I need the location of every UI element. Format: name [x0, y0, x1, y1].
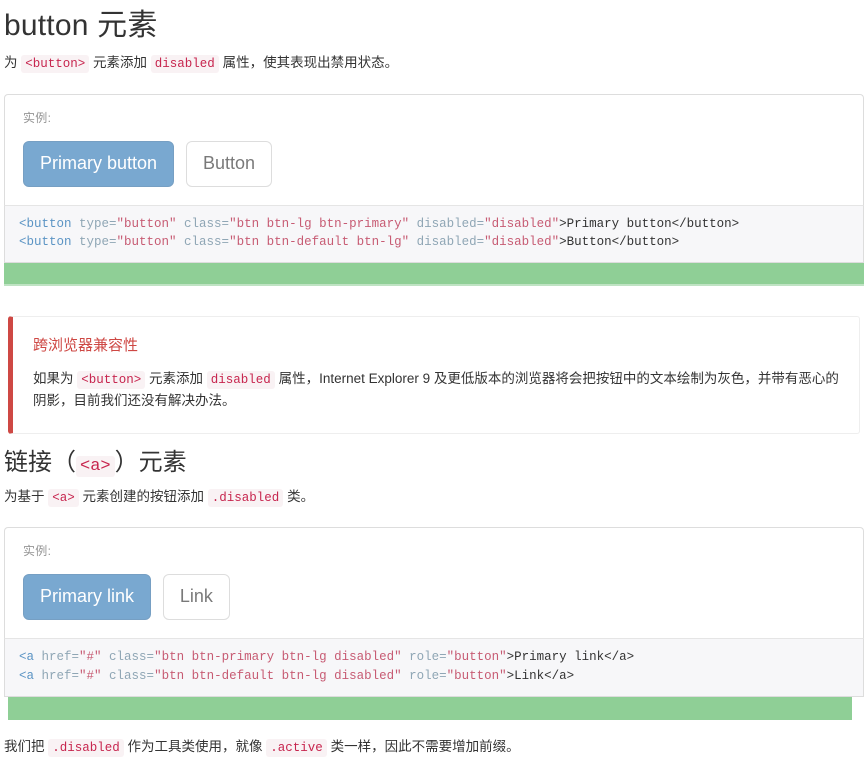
- inline-code-disabled-util: .disabled: [48, 738, 124, 757]
- link-code-val-class-2: "btn btn-default btn-lg disabled": [154, 669, 402, 684]
- primary-link-disabled[interactable]: Primary link: [23, 574, 152, 621]
- trailing-text-3: 类一样，因此不需要增加前缀。: [326, 738, 520, 754]
- button-example-row: Primary button Button: [19, 140, 849, 187]
- code-val-disabled-2: "disabled": [484, 235, 560, 250]
- link-code-tag-open-1: <a: [19, 650, 35, 665]
- documentation-page: button 元素 为 <button> 元素添加 disabled 属性，使其…: [0, 0, 868, 758]
- link-desc-middle: 元素创建的按钮添加: [78, 488, 208, 504]
- link-code-attr-role-2: role=: [401, 669, 447, 684]
- page-title-button-element: button 元素: [4, 9, 158, 42]
- code-content-2: >Button</button>: [559, 235, 680, 250]
- example-label-link: 实例:: [23, 544, 52, 559]
- page-title-link-element: 链接（ <a> ）元素: [0, 434, 868, 478]
- code-attr-class-1: class=: [176, 216, 230, 231]
- link-example-row: Primary link Link: [19, 574, 849, 621]
- default-button-disabled[interactable]: Button: [185, 140, 272, 187]
- callout-inline-code-button: <button>: [77, 370, 146, 389]
- callout-text-2: 元素添加: [145, 370, 207, 386]
- green-highlight-bar-bottom: [8, 696, 852, 720]
- inline-code-active-util: .active: [266, 738, 327, 757]
- button-code-pre: <button type="button" class="btn btn-lg …: [19, 215, 849, 253]
- code-tag-open-1: <button: [19, 216, 72, 231]
- link-code-content-2: >Link</a>: [506, 669, 575, 684]
- link-code-attr-href-2: href=: [34, 669, 80, 684]
- link-code-attr-class-1: class=: [101, 650, 155, 665]
- default-link-disabled[interactable]: Link: [162, 574, 230, 621]
- callout-body: 如果为 <button> 元素添加 disabled 属性，Internet E…: [33, 368, 839, 413]
- green-highlight-bar-top: [4, 263, 864, 287]
- link-heading-after: ）元素: [114, 448, 187, 476]
- trailing-text-1: 我们把: [4, 738, 49, 754]
- desc-text-middle: 元素添加: [89, 55, 151, 70]
- button-example-box: 实例: Primary button Button: [4, 93, 864, 205]
- callout-inline-code-disabled: disabled: [206, 370, 275, 389]
- link-section-description: 为基于 <a> 元素创建的按钮添加 .disabled 类。: [0, 478, 868, 508]
- button-section-description: 为 <button> 元素添加 disabled 属性，使其表现出禁用状态。: [0, 44, 868, 74]
- inline-code-disabled: disabled: [150, 55, 219, 73]
- code-val-class-2: "btn btn-default btn-lg": [229, 235, 410, 250]
- inline-code-disabled-class: .disabled: [207, 488, 284, 507]
- desc-text-after: 属性，使其表现出禁用状态。: [218, 55, 399, 70]
- example-label: 实例:: [23, 110, 52, 125]
- link-desc-before: 为基于: [4, 488, 49, 504]
- code-val-type-2: "button": [116, 235, 177, 250]
- link-code-attr-href-1: href=: [34, 650, 80, 665]
- link-code-val-role-1: "button": [446, 650, 507, 665]
- code-val-type-1: "button": [116, 216, 177, 231]
- primary-button-disabled[interactable]: Primary button: [23, 140, 175, 187]
- callout-title: 跨浏览器兼容性: [33, 337, 139, 355]
- link-code-val-href-1: "#": [79, 650, 102, 665]
- inline-code-button-tag: <button>: [21, 55, 90, 73]
- link-code-attr-class-2: class=: [101, 669, 155, 684]
- code-attr-disabled-1: disabled=: [409, 216, 485, 231]
- link-heading-before: 链接（: [4, 448, 76, 476]
- link-code-tag-open-2: <a: [19, 669, 35, 684]
- code-attr-type-2: type=: [71, 235, 117, 250]
- callout-text-1: 如果为: [33, 370, 78, 386]
- link-code-attr-role-1: role=: [401, 650, 447, 665]
- trailing-text-2: 作为工具类使用，就像: [123, 738, 267, 754]
- code-val-disabled-1: "disabled": [484, 216, 560, 231]
- inline-code-anchor-tag-heading: <a>: [76, 455, 115, 477]
- code-attr-type-1: type=: [71, 216, 117, 231]
- link-example-box: 实例: Primary link Link: [4, 527, 864, 639]
- browser-compatibility-callout: 跨浏览器兼容性 如果为 <button> 元素添加 disabled 属性，In…: [8, 316, 860, 434]
- link-code-val-role-2: "button": [446, 669, 507, 684]
- code-attr-class-2: class=: [176, 235, 230, 250]
- link-code-block: <a href="#" class="btn btn-primary btn-l…: [4, 638, 864, 697]
- inline-code-anchor-tag: <a>: [48, 488, 79, 507]
- code-val-class-1: "btn btn-lg btn-primary": [229, 216, 410, 231]
- trailing-note: 我们把 .disabled 作为工具类使用，就像 .active 类一样，因此不…: [0, 720, 868, 758]
- code-tag-open-2: <button: [19, 235, 72, 250]
- button-code-block: <button type="button" class="btn btn-lg …: [4, 204, 864, 264]
- link-desc-after: 类。: [283, 488, 315, 504]
- desc-text-before: 为: [4, 55, 22, 70]
- code-attr-disabled-2: disabled=: [409, 235, 485, 250]
- link-code-content-1: >Primary link</a>: [506, 650, 635, 665]
- code-content-1: >Primary button</button>: [559, 216, 740, 231]
- link-code-val-class-1: "btn btn-primary btn-lg disabled": [154, 650, 402, 665]
- link-code-pre: <a href="#" class="btn btn-primary btn-l…: [19, 648, 849, 686]
- link-code-val-href-2: "#": [79, 669, 102, 684]
